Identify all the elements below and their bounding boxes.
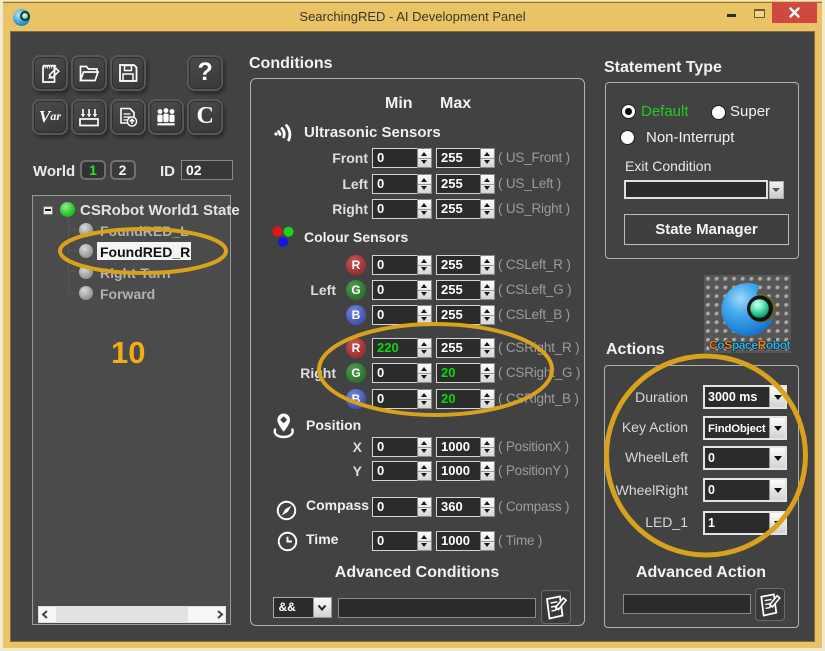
svg-text:CoSpaceRobot: CoSpaceRobot [709,338,791,352]
